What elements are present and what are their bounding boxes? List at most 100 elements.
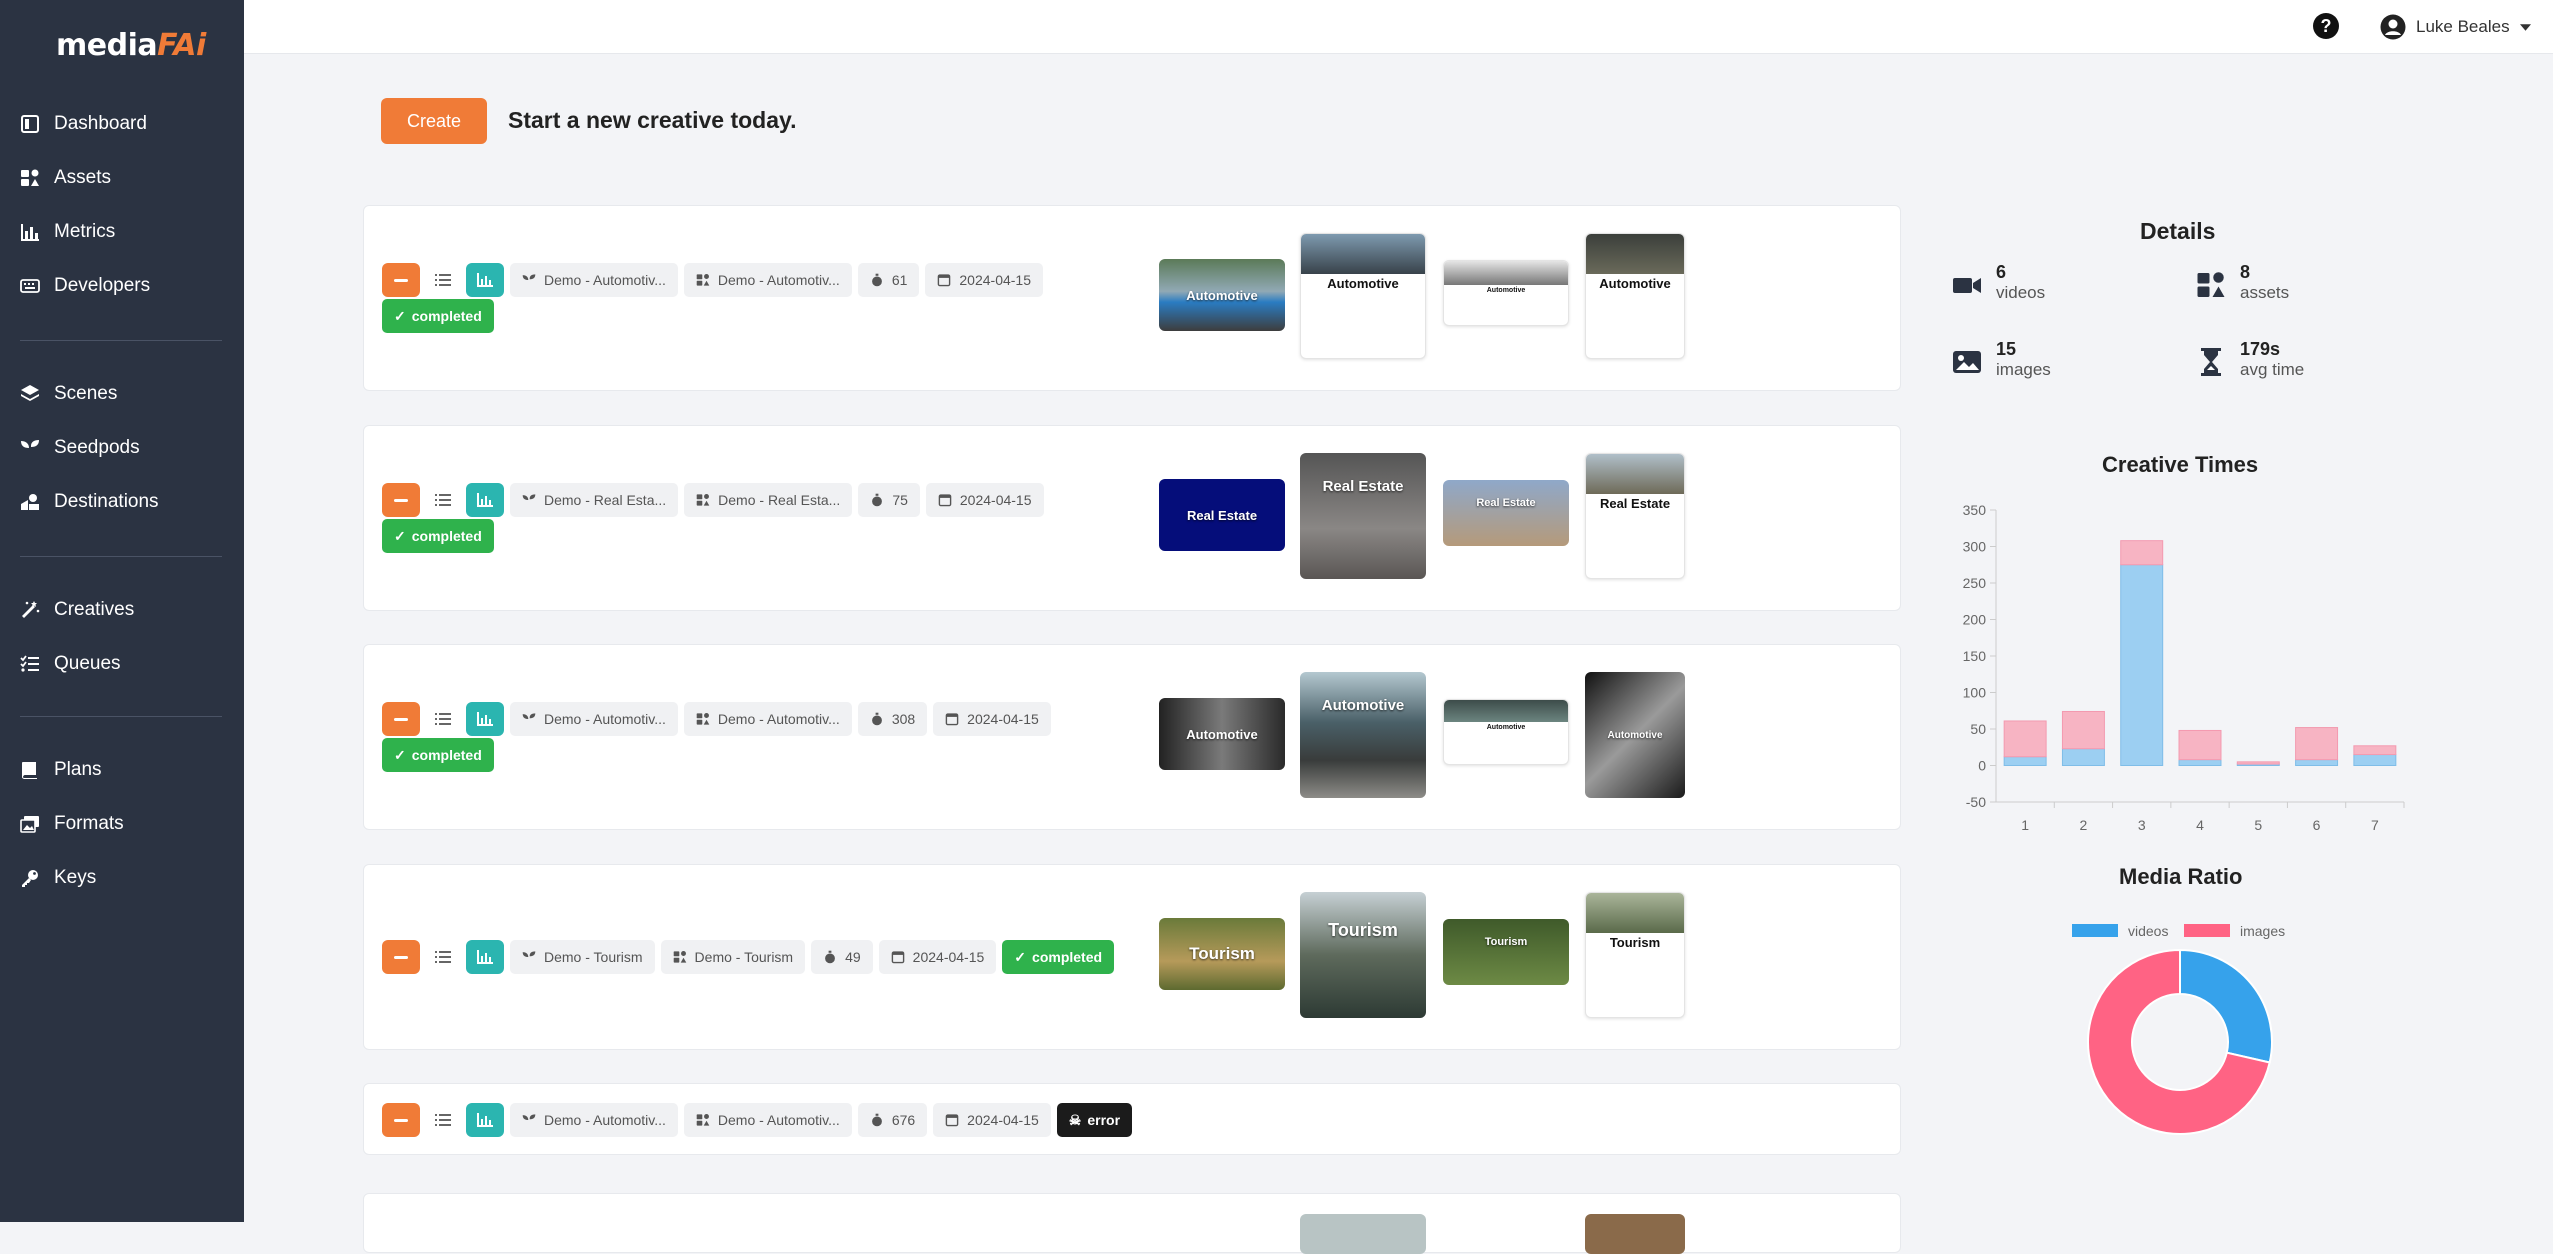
caret-down-icon [2519, 23, 2531, 31]
sidebar-item-creatives[interactable]: Creatives [20, 590, 134, 630]
creative-thumbnail[interactable]: Real Estate [1443, 480, 1569, 546]
creative-thumbnail[interactable]: Automotive [1585, 233, 1685, 359]
seedpod-name: Demo - Real Esta... [544, 492, 667, 508]
skull-icon: ☠ [1068, 1111, 1082, 1128]
sidebar-item-formats[interactable]: Formats [20, 804, 124, 844]
creative-thumbnail[interactable]: Real Estate [1159, 479, 1285, 551]
time-value: 75 [892, 492, 908, 508]
assets-icon [696, 494, 710, 506]
creative-thumbnail[interactable] [1300, 1214, 1426, 1254]
collapse-button[interactable] [382, 940, 420, 974]
sidebar-item-assets[interactable]: Assets [20, 158, 111, 198]
x-tick-label: 5 [2254, 817, 2262, 833]
y-tick-label: 0 [1978, 758, 1986, 774]
sidebar-item-plans[interactable]: Plans [20, 750, 102, 790]
check-icon: ✓ [394, 746, 406, 763]
status-badge: ☠ error [1056, 1103, 1133, 1137]
time-pill: 61 [857, 263, 920, 297]
y-tick-label: 200 [1963, 612, 1987, 628]
minus-icon [394, 278, 408, 282]
collapse-button[interactable] [382, 483, 420, 517]
seedpod-pill[interactable]: Demo - Automotiv... [510, 702, 678, 736]
list-button[interactable] [426, 702, 460, 736]
creative-thumbnail[interactable]: Tourism [1443, 919, 1569, 985]
creative-thumbnail[interactable]: Tourism [1300, 892, 1426, 1018]
seedling-icon [522, 1114, 536, 1127]
chart-button[interactable] [466, 1103, 504, 1137]
collapse-button[interactable] [382, 1103, 420, 1137]
list-icon [435, 713, 451, 725]
minus-icon [394, 955, 408, 959]
chart-button[interactable] [466, 940, 504, 974]
sidebar-item-destinations[interactable]: Destinations [20, 482, 159, 522]
list-button[interactable] [426, 1103, 460, 1137]
creative-thumbnail[interactable]: Automotive [1300, 233, 1426, 359]
scene-name: Demo - Automotiv... [717, 1112, 840, 1128]
chart-button[interactable] [466, 702, 504, 736]
seedpod-pill[interactable]: Demo - Automotiv... [510, 263, 678, 297]
seedling-icon [522, 713, 536, 726]
list-button[interactable] [426, 940, 460, 974]
collapse-button[interactable] [382, 263, 420, 297]
list-button[interactable] [426, 263, 460, 297]
chart-button[interactable] [466, 483, 504, 517]
seedpod-pill[interactable]: Demo - Tourism [510, 940, 655, 974]
stat-images: 15 images [1952, 339, 2051, 380]
stat-number: 15 [1996, 339, 2017, 359]
sidebar-item-label: Creatives [54, 599, 135, 620]
creative-thumbnail[interactable]: Automotive [1159, 698, 1285, 770]
creative-thumbnail[interactable]: Tourism [1585, 892, 1685, 1018]
sidebar-item-label: Seedpods [54, 437, 140, 458]
sidebar-item-queues[interactable]: Queues [20, 644, 121, 684]
time-value: 49 [845, 949, 861, 965]
creative-card: Demo - Tourism Demo - Tourism 49 2024-04… [363, 864, 1901, 1050]
create-button[interactable]: Create [381, 98, 487, 144]
y-tick-label: -50 [1966, 794, 1986, 810]
y-tick-label: 50 [1970, 721, 1986, 737]
list-button[interactable] [426, 483, 460, 517]
scene-pill[interactable]: Demo - Automotiv... [683, 1103, 852, 1137]
app-logo[interactable]: mediaFAi [56, 28, 206, 63]
creative-thumbnail[interactable]: Real Estate [1585, 453, 1685, 579]
creative-thumbnail[interactable]: Automotive [1585, 672, 1685, 798]
creative-thumbnail[interactable]: Automotive [1443, 699, 1569, 765]
sidebar-item-seedpods[interactable]: Seedpods [20, 428, 140, 468]
scene-pill[interactable]: Demo - Real Esta... [684, 483, 853, 517]
check-icon: ✓ [1014, 948, 1027, 965]
creative-thumbnail[interactable]: Automotive [1159, 259, 1285, 331]
sidebar-item-metrics[interactable]: Metrics [20, 212, 115, 252]
creative-times-chart: 350 300 250 200 150 100 50 0 -50 1 2 3 4 5 6 7 [1963, 502, 2405, 833]
list-icon [435, 951, 451, 963]
collapse-button[interactable] [382, 702, 420, 736]
creative-thumbnail[interactable] [1585, 1214, 1685, 1254]
chart-button[interactable] [466, 263, 504, 297]
scene-pill[interactable]: Demo - Tourism [660, 940, 806, 974]
creative-thumbnail[interactable]: Real Estate [1300, 453, 1426, 579]
scene-pill[interactable]: Demo - Automotiv... [683, 702, 852, 736]
user-menu[interactable]: Luke Beales [2380, 12, 2531, 42]
status-badge: ✓ completed [382, 519, 494, 553]
scene-name: Demo - Automotiv... [717, 711, 840, 727]
stat-label: images [1996, 360, 2051, 379]
minus-icon [394, 498, 408, 502]
time-value: 676 [891, 1112, 916, 1128]
status-badge: ✓ completed [1002, 940, 1115, 974]
sidebar-item-dashboard[interactable]: Dashboard [20, 104, 147, 144]
scene-name: Demo - Tourism [694, 949, 794, 965]
layers-icon [21, 385, 39, 401]
sidebar-item-keys[interactable]: Keys [20, 858, 96, 898]
time-pill: 308 [857, 702, 928, 736]
scene-pill[interactable]: Demo - Automotiv... [683, 263, 852, 297]
seedpod-pill[interactable]: Demo - Automotiv... [510, 1103, 678, 1137]
sidebar-item-scenes[interactable]: Scenes [20, 374, 117, 414]
stat-avg-time: 179s avg time [2196, 339, 2304, 380]
x-tick-label: 3 [2138, 817, 2146, 833]
sidebar-item-label: Dashboard [54, 113, 147, 134]
sidebar-item-developers[interactable]: Developers [20, 266, 150, 306]
help-icon[interactable]: ? [2312, 12, 2340, 40]
seedpod-pill[interactable]: Demo - Real Esta... [510, 483, 679, 517]
creative-thumbnail[interactable]: Automotive [1300, 672, 1426, 798]
date-value: 2024-04-15 [967, 1112, 1039, 1128]
creative-thumbnail[interactable]: Automotive [1443, 260, 1569, 326]
creative-thumbnail[interactable]: Tourism [1159, 918, 1285, 990]
